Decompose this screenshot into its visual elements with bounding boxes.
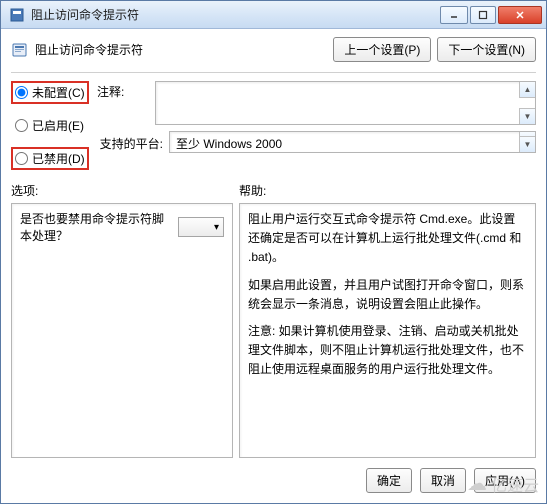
options-label: 选项: (11, 182, 239, 199)
radio-enabled[interactable]: 已启用(E) (11, 114, 89, 137)
scroll-down-button[interactable]: ▼ (519, 136, 535, 152)
scroll-up-button[interactable]: ▲ (519, 82, 535, 98)
cancel-button[interactable]: 取消 (420, 468, 466, 493)
help-paragraph: 如果启用此设置，并且用户试图打开命令窗口，则系统会显示一条消息，说明设置会阻止此… (248, 276, 527, 314)
apply-button[interactable]: 应用(A) (474, 468, 536, 493)
scroll-down-button[interactable]: ▼ (519, 108, 535, 124)
radio-disabled-label: 已禁用(D) (32, 150, 85, 167)
maximize-button[interactable] (470, 6, 496, 24)
radio-not-configured[interactable]: 未配置(C) (11, 81, 89, 104)
policy-icon (11, 41, 29, 59)
help-paragraph: 注意: 如果计算机使用登录、注销、启动或关机批处理文件脚本，则不阻止计算机运行批… (248, 322, 527, 380)
prev-setting-button[interactable]: 上一个设置(P) (333, 37, 431, 62)
radio-enabled-label: 已启用(E) (32, 117, 84, 134)
comment-textarea[interactable]: ▲ ▼ (155, 81, 536, 125)
titlebar[interactable]: 阻止访问命令提示符 (1, 1, 546, 29)
help-label: 帮助: (239, 182, 266, 199)
dialog-window: 阻止访问命令提示符 阻止访问命令提示符 上一个设置(P) 下一个设置(N) (0, 0, 547, 504)
comment-label: 注释: (97, 81, 149, 100)
options-panel: 是否也要禁用命令提示符脚本处理？ ▾ (11, 203, 233, 458)
help-panel: 阻止用户运行交互式命令提示符 Cmd.exe。此设置还确定是否可以在计算机上运行… (239, 203, 536, 458)
radio-not-configured-label: 未配置(C) (32, 84, 85, 101)
dialog-footer: 确定 取消 应用(A) (11, 458, 536, 493)
close-button[interactable] (498, 6, 542, 24)
platform-box: 至少 Windows 2000 ▲ ▼ (169, 131, 536, 153)
ok-button[interactable]: 确定 (366, 468, 412, 493)
divider (11, 72, 536, 73)
minimize-button[interactable] (440, 6, 468, 24)
radio-not-configured-input[interactable] (15, 86, 28, 99)
window-controls (438, 6, 542, 24)
policy-title: 阻止访问命令提示符 (35, 41, 143, 58)
platform-label: 支持的平台: (97, 133, 163, 152)
radio-enabled-input[interactable] (15, 119, 28, 132)
platform-value: 至少 Windows 2000 (176, 137, 282, 151)
dialog-content: 阻止访问命令提示符 上一个设置(P) 下一个设置(N) 未配置(C) 已启用(E… (1, 29, 546, 503)
config-area: 未配置(C) 已启用(E) 已禁用(D) 注释: ▲ ▼ (11, 81, 536, 170)
radio-disabled-input[interactable] (15, 152, 28, 165)
window-title: 阻止访问命令提示符 (31, 6, 438, 23)
radio-disabled[interactable]: 已禁用(D) (11, 147, 89, 170)
policy-header: 阻止访问命令提示符 上一个设置(P) 下一个设置(N) (11, 37, 536, 68)
help-paragraph: 阻止用户运行交互式命令提示符 Cmd.exe。此设置还确定是否可以在计算机上运行… (248, 210, 527, 268)
next-setting-button[interactable]: 下一个设置(N) (437, 37, 536, 62)
option-question: 是否也要禁用命令提示符脚本处理？ (20, 210, 172, 244)
app-icon (9, 7, 25, 23)
state-radios: 未配置(C) 已启用(E) 已禁用(D) (11, 81, 89, 170)
option-select[interactable]: ▾ (178, 217, 224, 237)
